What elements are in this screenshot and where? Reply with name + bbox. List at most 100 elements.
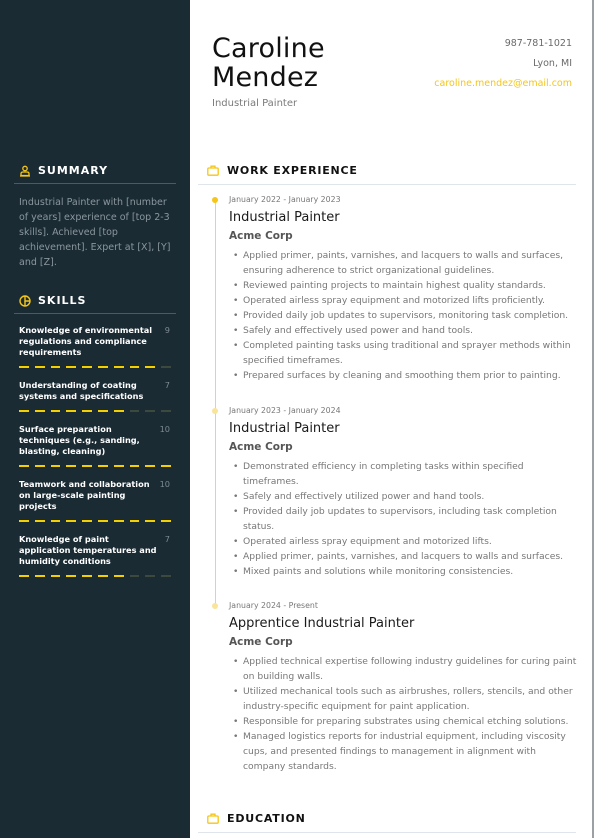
name-first: Caroline [212, 33, 325, 64]
candidate-name: Caroline Mendez [212, 34, 325, 92]
skill-dash-filled [50, 465, 61, 467]
job-entry: January 2024 - Present Apprentice Indust… [229, 601, 579, 774]
skill-dash-filled [97, 366, 108, 368]
skill-dash-filled [34, 465, 45, 467]
job-bullet: Utilized mechanical tools such as airbru… [229, 684, 579, 714]
skill-dash-filled [113, 366, 124, 368]
job-bullet: Applied primer, paints, varnishes, and l… [229, 549, 579, 564]
skill-dash-filled [34, 410, 45, 412]
job-bullet: Demonstrated efficiency in completing ta… [229, 459, 579, 489]
skill-score: 9 [164, 325, 170, 335]
skill-dash-filled [19, 366, 29, 368]
job-dates: January 2024 - Present [229, 601, 318, 610]
job-bullet: Completed painting tasks using tradition… [229, 338, 579, 368]
skill-dash-filled [19, 465, 29, 467]
job-role: Industrial Painter [229, 421, 340, 436]
skill-dash-filled [82, 575, 92, 577]
work-divider [198, 184, 576, 185]
skill-dash-filled [161, 465, 171, 467]
job-entry: January 2023 - January 2024 Industrial P… [229, 406, 579, 579]
skill-dash-filled [50, 575, 61, 577]
main-content: Caroline Mendez Industrial Painter 987-7… [190, 0, 594, 838]
skill-dash-filled [34, 520, 45, 522]
skill-dash-empty [145, 575, 156, 577]
job-bullet: Safely and effectively utilized power an… [229, 489, 579, 504]
email-link[interactable]: caroline.mendez@email.com [434, 78, 572, 98]
skill-dash-filled [129, 465, 140, 467]
job-entry: January 2022 - January 2023 Industrial P… [229, 195, 579, 383]
job-company: Acme Corp [229, 230, 293, 242]
job-dates: January 2023 - January 2024 [229, 406, 341, 415]
education-divider [198, 832, 576, 833]
summary-text: Industrial Painter with [number of years… [19, 197, 171, 268]
skill-dash-filled [19, 575, 29, 577]
timeline-dot [212, 603, 218, 609]
skill-dash-filled [161, 520, 171, 522]
job-bullet: Applied primer, paints, varnishes, and l… [229, 248, 579, 278]
skill-rating-bar [19, 520, 171, 522]
skill-name: Knowledge of environmental regulations a… [19, 325, 153, 357]
skill-dash-filled [97, 410, 108, 412]
work-experience-heading: WORK EXPERIENCE [207, 164, 358, 177]
skill-score: 7 [164, 380, 170, 390]
skill-dash-filled [19, 520, 29, 522]
job-bullets: Applied primer, paints, varnishes, and l… [229, 248, 579, 383]
job-bullet: Responsible for preparing substrates usi… [229, 714, 579, 729]
job-role: Apprentice Industrial Painter [229, 616, 415, 631]
skill-dash-filled [82, 366, 92, 368]
skill-dash-filled [82, 465, 92, 467]
skill-dash-filled [34, 575, 45, 577]
skill-dash-empty [161, 575, 171, 577]
job-role: Industrial Painter [229, 210, 340, 225]
chart-pie-icon [19, 294, 31, 307]
skill-dash-filled [113, 410, 124, 412]
skills-list: Knowledge of environmental regulations a… [19, 325, 171, 589]
skill-item: Knowledge of environmental regulations a… [19, 325, 171, 368]
skill-dash-filled [97, 465, 108, 467]
briefcase-icon [207, 165, 219, 176]
sidebar: SUMMARY Industrial Painter with [number … [0, 0, 190, 838]
summary-heading: SUMMARY [19, 164, 108, 177]
skill-item: Surface preparation techniques (e.g., sa… [19, 424, 171, 467]
skill-dash-empty [161, 410, 171, 412]
skill-dash-filled [113, 575, 124, 577]
job-bullet: Provided daily job updates to supervisor… [229, 504, 579, 534]
skill-dash-empty [145, 410, 156, 412]
skill-item: Understanding of coating systems and spe… [19, 380, 171, 412]
skills-heading: SKILLS [19, 294, 86, 307]
phone: 987-781-1021 [504, 38, 572, 49]
skill-dash-filled [145, 465, 156, 467]
skill-rating-bar [19, 465, 171, 467]
job-bullets: Demonstrated efficiency in completing ta… [229, 459, 579, 579]
skill-rating-bar [19, 366, 171, 368]
skill-dash-filled [113, 520, 124, 522]
skill-dash-filled [19, 410, 29, 412]
skill-dash-filled [129, 520, 140, 522]
job-dates: January 2022 - January 2023 [229, 195, 341, 204]
job-bullet: Safely and effectively used power and ha… [229, 323, 579, 338]
skill-dash-filled [50, 520, 61, 522]
job-bullet: Mixed paints and solutions while monitor… [229, 564, 579, 579]
timeline-dot [212, 197, 218, 203]
skill-dash-filled [145, 520, 156, 522]
skill-dash-filled [66, 410, 77, 412]
skill-rating-bar [19, 410, 171, 412]
job-bullet: Reviewed painting projects to maintain h… [229, 278, 579, 293]
name-last: Mendez [212, 62, 319, 93]
skill-dash-filled [34, 366, 45, 368]
job-bullet: Prepared surfaces by cleaning and smooth… [229, 368, 579, 383]
briefcase-icon [207, 813, 219, 824]
job-company: Acme Corp [229, 636, 293, 648]
skill-dash-filled [50, 410, 61, 412]
education-heading-label: EDUCATION [227, 812, 306, 825]
skill-name: Knowledge of paint application temperatu… [19, 534, 157, 566]
skills-heading-label: SKILLS [38, 294, 87, 307]
skill-dash-filled [129, 366, 140, 368]
job-bullet: Provided daily job updates to supervisor… [229, 308, 579, 323]
skill-dash-empty [161, 366, 171, 368]
resume-page: SUMMARY Industrial Painter with [number … [0, 0, 594, 838]
skill-score: 10 [159, 424, 170, 434]
skill-rating-bar [19, 575, 171, 577]
skill-item: Teamwork and collaboration on large-scal… [19, 479, 171, 522]
skill-dash-filled [66, 575, 77, 577]
